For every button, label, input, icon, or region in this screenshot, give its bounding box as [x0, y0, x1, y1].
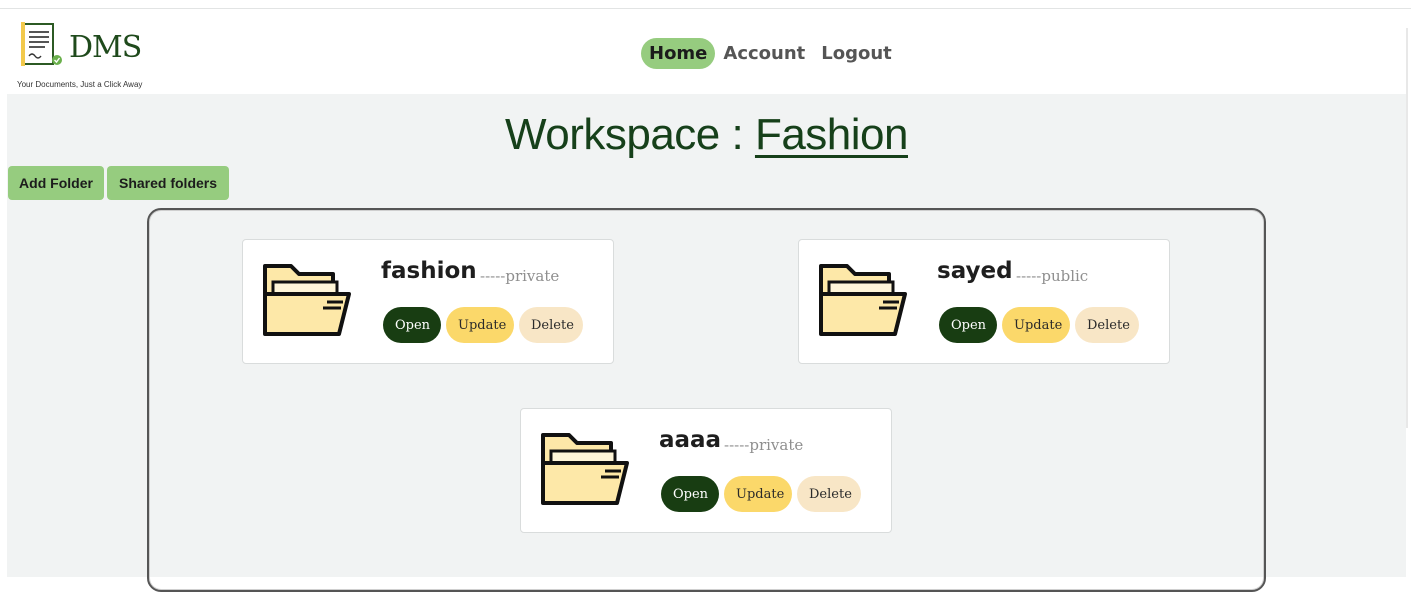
nav-home-link[interactable]: Home: [641, 37, 716, 69]
update-button[interactable]: Update: [446, 307, 514, 343]
page-title: Workspace : Fashion: [7, 110, 1406, 160]
folder-visibility: -----private: [724, 436, 804, 454]
main-nav: Home Account Logout: [641, 36, 900, 70]
delete-button[interactable]: Delete: [797, 476, 861, 512]
workspace-name-link[interactable]: Fashion: [755, 110, 909, 159]
open-button[interactable]: Open: [661, 476, 719, 512]
add-folder-button[interactable]: Add Folder: [8, 166, 104, 200]
top-divider: [0, 8, 1411, 9]
logo-tagline: Your Documents, Just a Click Away: [17, 80, 143, 89]
delete-button[interactable]: Delete: [1075, 307, 1139, 343]
delete-button[interactable]: Delete: [519, 307, 583, 343]
folder-name: aaaa: [659, 427, 722, 453]
nav-logout-link[interactable]: Logout: [813, 38, 900, 69]
update-button[interactable]: Update: [724, 476, 792, 512]
folder-name: fashion: [381, 258, 477, 284]
folder-card: sayed -----public Open Update Delete: [798, 239, 1170, 364]
folder-actions: Open Update Delete: [939, 307, 1139, 343]
scrollbar-edge: [1406, 28, 1408, 428]
document-logo-icon: [21, 22, 62, 66]
open-button[interactable]: Open: [383, 307, 441, 343]
folder-open-icon: [819, 264, 907, 336]
title-prefix: Workspace :: [505, 110, 755, 159]
folder-open-icon: [541, 433, 629, 505]
folder-visibility: -----public: [1016, 267, 1089, 285]
shared-folders-button[interactable]: Shared folders: [107, 166, 229, 200]
folder-open-icon: [263, 264, 351, 336]
folder-card: fashion -----private Open Update Delete: [242, 239, 614, 364]
folders-panel: fashion -----private Open Update Delete …: [147, 208, 1266, 592]
folder-visibility: -----private: [480, 267, 560, 285]
nav-account-link[interactable]: Account: [715, 38, 813, 69]
update-button[interactable]: Update: [1002, 307, 1070, 343]
folder-name: sayed: [937, 258, 1013, 284]
logo-text: DMS: [69, 30, 142, 65]
folder-actions: Open Update Delete: [383, 307, 583, 343]
open-button[interactable]: Open: [939, 307, 997, 343]
workspace-main: Workspace : Fashion Add Folder Shared fo…: [7, 94, 1406, 592]
folder-card: aaaa -----private Open Update Delete: [520, 408, 892, 533]
folder-actions: Open Update Delete: [661, 476, 861, 512]
top-header: DMS Your Documents, Just a Click Away Ho…: [7, 10, 1406, 94]
logo[interactable]: DMS Your Documents, Just a Click Away: [17, 20, 157, 94]
